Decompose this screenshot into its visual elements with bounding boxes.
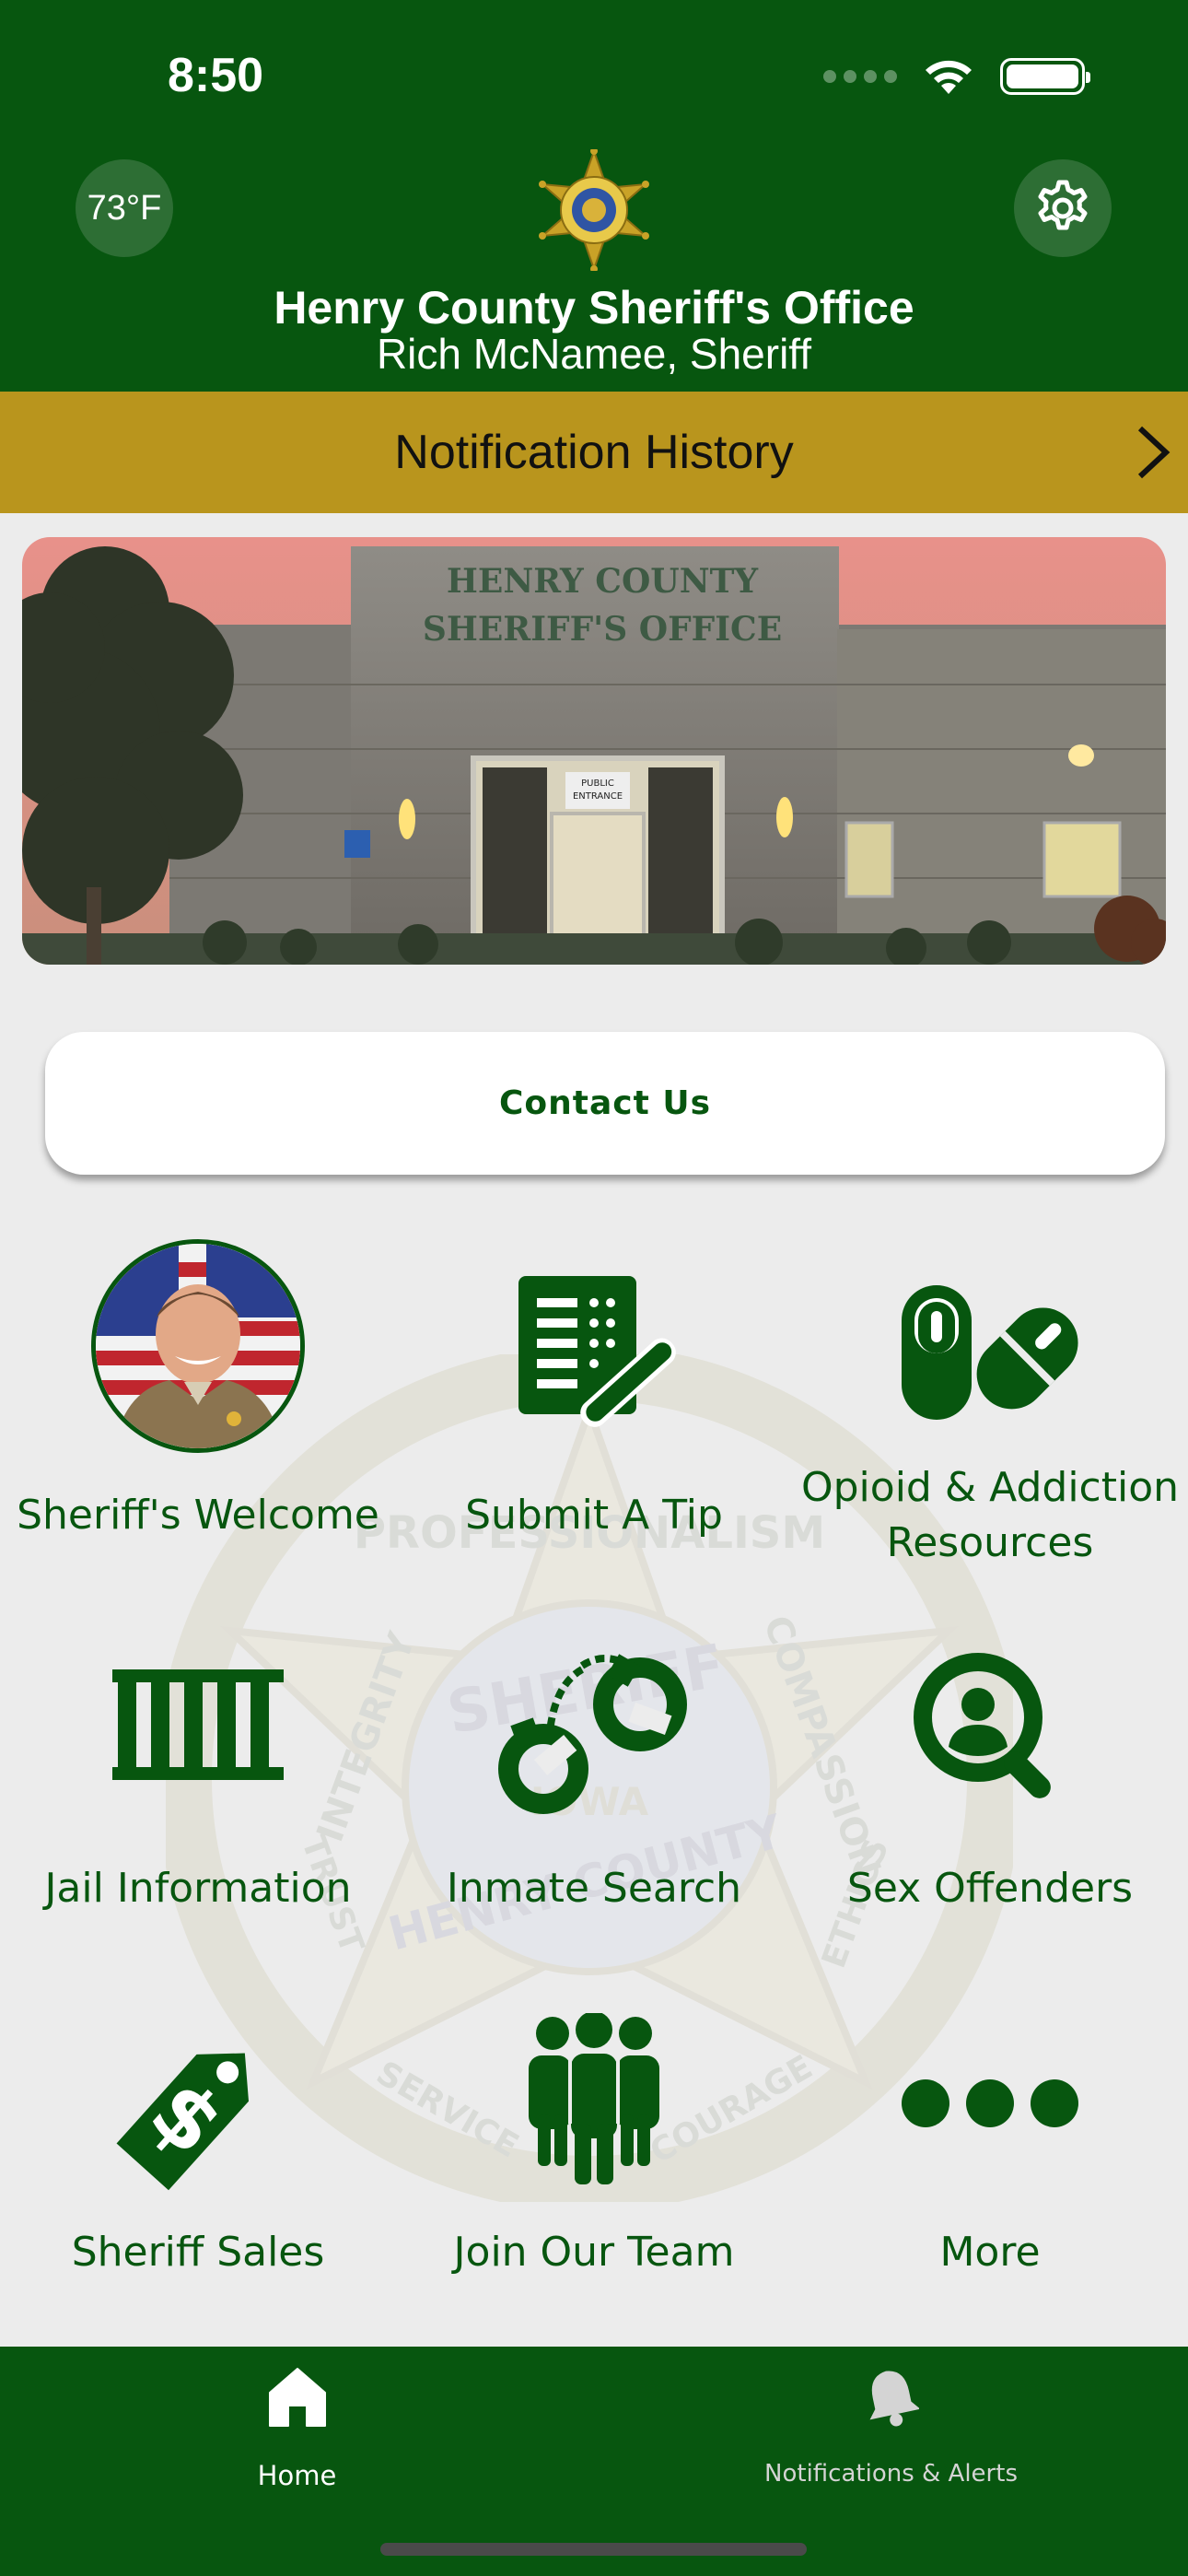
tab-notifications-alerts-label: Notifications & Alerts: [764, 2460, 1018, 2488]
more-dots-icon: [902, 2079, 1078, 2127]
notification-history-label: Notification History: [394, 426, 794, 479]
page-subtitle: Rich McNamee, Sheriff: [376, 330, 812, 378]
grid-item-sheriffs-welcome[interactable]: Sheriff's Welcome: [0, 1239, 396, 1571]
door-sign-line1: PUBLIC: [581, 779, 614, 789]
app-header: 8:50 73°F Henry County Sheriff's Office …: [0, 0, 1188, 392]
home-indicator: [380, 2543, 807, 2556]
sheriff-portrait: [91, 1239, 305, 1453]
sheriff-office-photo: HENRY COUNTY SHERIFF'S OFFICE PUBLIC ENT…: [22, 537, 1166, 965]
status-time: 8:50: [168, 49, 264, 102]
home-icon: [268, 2368, 326, 2427]
notepad-pencil-icon: [518, 1276, 676, 1427]
submit-a-tip-label: Submit A Tip: [465, 1492, 723, 1539]
notification-history-bar[interactable]: Notification History: [0, 392, 1188, 513]
grid-item-submit-a-tip[interactable]: Submit A Tip: [396, 1239, 792, 1571]
sheriff-badge-logo: [533, 147, 655, 273]
handcuffs-icon: [498, 1654, 687, 1814]
settings-button[interactable]: [1014, 159, 1112, 257]
sex-offenders-label: Sex Offenders: [846, 1865, 1134, 1912]
status-icons: [823, 57, 1090, 96]
opioid-addiction-resources-label: Opioid & Addiction Resources: [800, 1464, 1180, 1566]
sheriffs-welcome-label: Sheriff's Welcome: [17, 1492, 379, 1539]
bell-icon: [869, 2371, 919, 2427]
building-sign-line1: HENRY COUNTY: [447, 562, 760, 601]
grid-item-opioid-addiction-resources[interactable]: Opioid & Addiction Resources: [792, 1239, 1188, 1571]
grid-item-jail-information[interactable]: Jail Information: [0, 1640, 396, 1944]
inmate-search-label: Inmate Search: [446, 1865, 742, 1912]
building-sign-line2: SHERIFF'S OFFICE: [423, 610, 782, 649]
tab-home-label: Home: [257, 2460, 337, 2491]
price-tag-icon: $: [116, 2053, 250, 2191]
pills-icon: [902, 1285, 1078, 1420]
jail-bars-icon: [112, 1669, 284, 1780]
bottom-tab-bar: Home Notifications & Alerts: [0, 2347, 1188, 2576]
gear-icon: [1038, 180, 1088, 230]
cellular-signal-icon: [823, 70, 897, 83]
battery-icon: [1000, 58, 1090, 95]
tab-home[interactable]: Home: [0, 2347, 594, 2531]
join-our-team-label: Join Our Team: [453, 2229, 735, 2276]
person-search-icon: [914, 1653, 1051, 1798]
chevron-right-icon: [1137, 426, 1171, 479]
contact-us-button[interactable]: Contact Us: [45, 1032, 1165, 1175]
grid-item-sex-offenders[interactable]: Sex Offenders: [792, 1640, 1188, 1944]
jail-information-label: Jail Information: [44, 1865, 352, 1912]
page-title: Henry County Sheriff's Office: [274, 282, 914, 334]
grid-item-sheriff-sales[interactable]: $ Sheriff Sales: [0, 2013, 396, 2317]
door-sign-line2: ENTRANCE: [573, 791, 623, 802]
tab-notifications-alerts[interactable]: Notifications & Alerts: [594, 2347, 1188, 2531]
sheriff-sales-label: Sheriff Sales: [71, 2229, 325, 2276]
more-label: More: [939, 2229, 1041, 2276]
grid-item-inmate-search[interactable]: Inmate Search: [396, 1640, 792, 1944]
group-icon: [529, 2013, 659, 2184]
wifi-icon: [926, 60, 972, 94]
weather-temperature-button[interactable]: 73°F: [76, 159, 173, 257]
grid-item-join-our-team[interactable]: Join Our Team: [396, 2013, 792, 2317]
grid-item-more[interactable]: More: [792, 2013, 1188, 2317]
